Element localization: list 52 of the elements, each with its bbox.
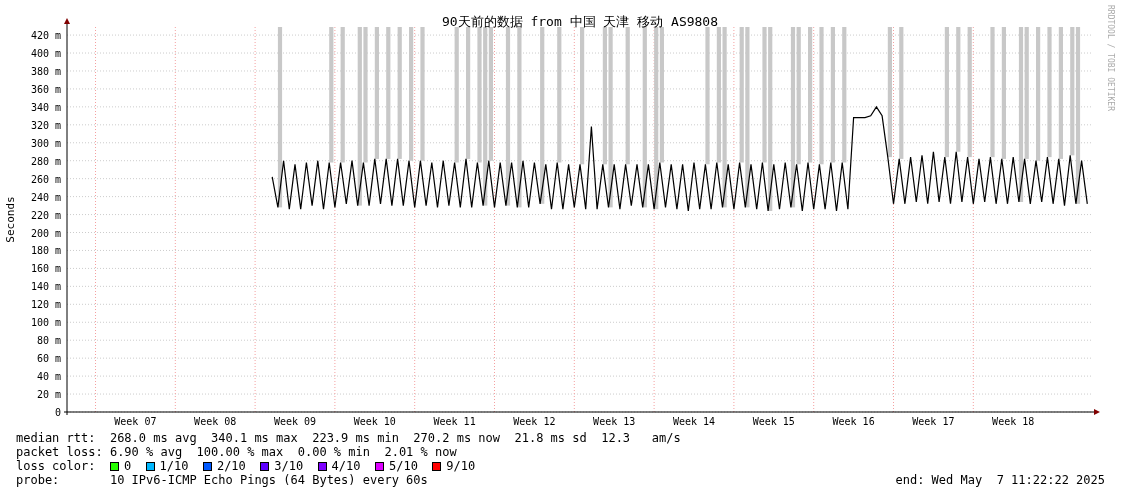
y-tick-label: 340 m	[30, 101, 61, 113]
x-tick-label: Week 14	[672, 416, 716, 427]
y-tick-label: 300 m	[30, 137, 61, 149]
x-tick-label: Week 12	[513, 416, 556, 427]
y-tick-label: 0	[54, 407, 61, 418]
y-tick-label: 140 m	[30, 281, 61, 293]
probe-text: 10 IPv6-ICMP Echo Pings (64 Bytes) every 60s	[109, 473, 428, 487]
end-time: end: Wed May 7 11:22:22 2025	[895, 473, 1105, 487]
y-tick-label: 100 m	[30, 317, 61, 329]
y-tick-label: 260 m	[30, 173, 61, 185]
x-tick-label: Week 15	[752, 416, 795, 427]
y-tick-label: 120 m	[30, 299, 61, 311]
y-tick-label: 280 m	[30, 155, 61, 167]
y-tick-label: 240 m	[30, 191, 61, 203]
x-tick-label: Week 16	[832, 416, 875, 427]
swatch-label: 9/10	[446, 459, 476, 473]
x-tick-label: Week 18	[992, 416, 1035, 427]
swatch-label: 4/10	[331, 459, 361, 473]
y-tick-label: 360 m	[30, 83, 61, 95]
legend-label: probe:	[16, 473, 61, 487]
y-tick-label: 80 m	[36, 335, 61, 347]
x-tick-label: Week 10	[353, 416, 396, 427]
y-tick-label: 20 m	[36, 389, 61, 401]
swatch-label: 0	[123, 459, 132, 473]
x-tick-label: Week 17	[912, 416, 955, 427]
y-tick-label: 40 m	[36, 371, 61, 383]
swatch-label: 3/10	[274, 459, 304, 473]
swatch-label: 1/10	[159, 459, 189, 473]
y-tick-label: 220 m	[30, 209, 61, 221]
y-tick-label: 380 m	[30, 65, 61, 77]
stats-text: 268.0 ms avg 340.1 ms max 223.9 ms min 270.2 ms now 21.8 ms sd 12.3 am/s	[109, 431, 681, 445]
swatch-label: 2/10	[216, 459, 246, 473]
y-tick-label: 180 m	[30, 245, 61, 257]
legend-label: loss color:	[16, 459, 97, 473]
stats-text: 6.90 % avg 100.00 % max 0.00 % min 2.01 % now	[109, 445, 457, 459]
legend-label: median rtt:	[16, 431, 97, 445]
x-tick-label: Week 08	[194, 416, 237, 427]
legend-label: packet loss:	[16, 445, 104, 459]
y-tick-label: 420 m	[30, 30, 61, 42]
axis-label: Seconds	[4, 196, 17, 243]
y-tick-label: 60 m	[36, 353, 61, 365]
y-tick-label: 320 m	[30, 119, 61, 131]
x-tick-label: Week 09	[273, 416, 317, 427]
y-tick-label: 200 m	[30, 227, 61, 239]
y-tick-label: 400 m	[30, 48, 61, 60]
x-tick-label: Week 07	[114, 416, 157, 427]
credit-text: RRDTOOL / TOBI OETIKER	[1106, 5, 1115, 111]
x-tick-label: Week 13	[593, 416, 636, 427]
x-tick-label: Week 11	[433, 416, 476, 427]
swatch-label: 5/10	[388, 459, 418, 473]
y-tick-label: 160 m	[30, 263, 61, 275]
chart-title: 90天前的数据 from 中国 天津 移动 AS9808	[441, 14, 719, 29]
